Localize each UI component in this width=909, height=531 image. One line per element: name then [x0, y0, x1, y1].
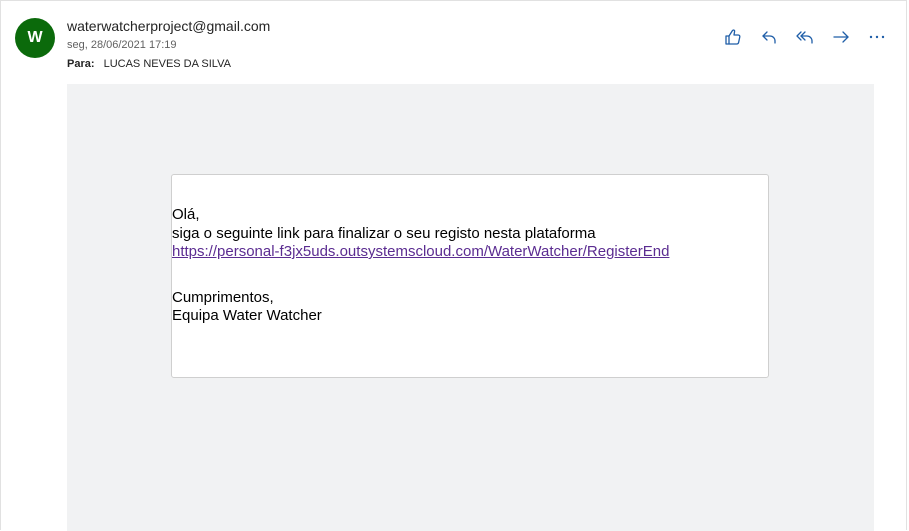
greeting: Olá,	[172, 206, 200, 223]
thumbs-up-icon	[725, 29, 741, 45]
more-icon	[869, 35, 885, 39]
to-label: Para:	[67, 58, 95, 70]
signature: Equipa Water Watcher	[172, 307, 322, 324]
message-actions	[715, 25, 895, 49]
forward-button[interactable]	[823, 25, 859, 49]
closing: Cumprimentos,	[172, 288, 274, 306]
avatar-initial: W	[27, 29, 43, 46]
message-body: Olá, siga o seguinte link para finalizar…	[172, 206, 669, 326]
reading-pane: W waterwatcherproject@gmail.com seg, 28/…	[0, 0, 907, 531]
instruction-text: siga o seguinte link para finalizar o se…	[172, 224, 596, 242]
like-button[interactable]	[715, 25, 751, 49]
registration-link[interactable]: https://personal-f3jx5uds.outsystemsclou…	[172, 243, 669, 260]
avatar[interactable]: W	[15, 18, 55, 58]
reply-icon	[762, 31, 776, 44]
reply-all-button[interactable]	[787, 25, 823, 49]
more-actions-button[interactable]	[859, 25, 895, 49]
recipient-name[interactable]: LUCAS NEVES DA SILVA	[104, 58, 231, 70]
forward-icon	[833, 31, 849, 43]
reply-button[interactable]	[751, 25, 787, 49]
sent-date: seg, 28/06/2021 17:19	[67, 39, 177, 51]
reply-all-icon	[796, 31, 813, 44]
sender-address[interactable]: waterwatcherproject@gmail.com	[67, 18, 270, 34]
recipient-row: Para: LUCAS NEVES DA SILVA	[67, 58, 231, 70]
